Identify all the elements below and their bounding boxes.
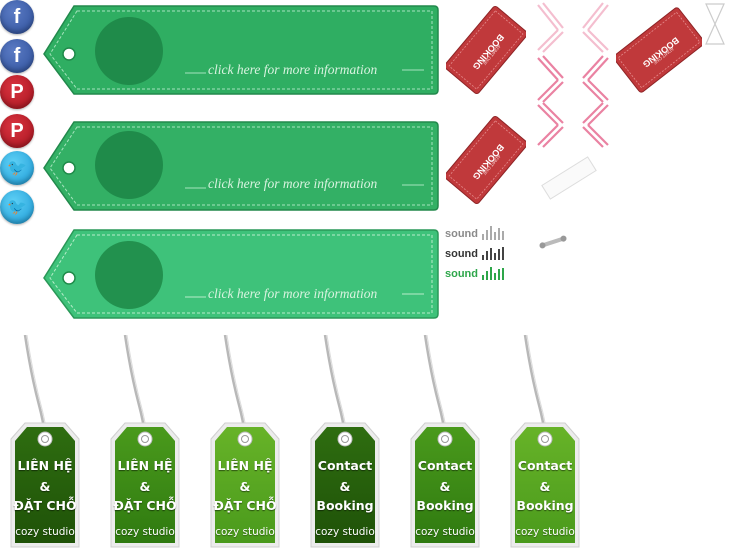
sound-label: sound xyxy=(445,248,478,260)
booking-ticket[interactable]: BOOKING ADMIT ONE xyxy=(613,3,705,97)
tag-line-3: Booking xyxy=(516,498,574,513)
tag-studio: cozy studio xyxy=(115,526,175,538)
tag-line-1: Contact xyxy=(517,458,573,473)
tag-line-3: ĐẶT CHỖ xyxy=(13,498,77,513)
tag-studio: cozy studio xyxy=(315,526,375,538)
hang-tag-shape xyxy=(210,335,280,548)
hourglass-icon xyxy=(704,2,726,46)
tag-line-1: LIÊN HỆ xyxy=(217,458,273,473)
ticket-shape: BOOKING ADMIT ONE xyxy=(444,5,528,95)
tag-line-2: & xyxy=(539,479,551,494)
hang-tag[interactable]: LIÊN HỆ & ĐẶT CHỖ cozy studio xyxy=(205,335,285,555)
hang-tag[interactable]: Contact & Booking cozy studio xyxy=(505,335,585,555)
sound-toggle[interactable]: sound xyxy=(445,226,504,240)
banner-shape xyxy=(43,5,439,95)
hang-tag-shape xyxy=(410,335,480,548)
twitter-icon[interactable]: 🐦 xyxy=(0,190,34,224)
pinterest-icon[interactable]: P xyxy=(0,114,34,148)
hang-tag[interactable]: LIÊN HỆ & ĐẶT CHỖ cozy studio xyxy=(5,335,85,555)
hang-tag-shape xyxy=(10,335,80,548)
tag-studio: cozy studio xyxy=(515,526,575,538)
hang-tag-shape xyxy=(310,335,380,548)
hang-tag-shape xyxy=(510,335,580,548)
pinterest-icon[interactable]: P xyxy=(0,75,34,109)
hang-tag-shape xyxy=(110,335,180,548)
sound-toggle[interactable]: sound xyxy=(445,266,504,280)
info-banner[interactable]: click here for more information xyxy=(40,118,440,214)
tag-line-3: ĐẶT CHỖ xyxy=(213,498,277,513)
tag-studio: cozy studio xyxy=(415,526,475,538)
pink-ornament xyxy=(533,0,613,150)
tag-line-2: & xyxy=(339,479,351,494)
hang-tag[interactable]: Contact & Booking cozy studio xyxy=(305,335,385,555)
twitter-icon[interactable]: 🐦 xyxy=(0,151,34,185)
tag-line-1: LIÊN HỆ xyxy=(17,458,73,473)
ticket-shape: BOOKING ADMIT ONE xyxy=(444,115,528,205)
tag-line-1: Contact xyxy=(317,458,373,473)
tag-line-1: LIÊN HỆ xyxy=(117,458,173,473)
info-banner[interactable]: click here for more information xyxy=(40,226,440,322)
hang-tag[interactable]: Contact & Booking cozy studio xyxy=(405,335,485,555)
pink-ornament-shape xyxy=(537,2,609,148)
hang-tag[interactable]: LIÊN HỆ & ĐẶT CHỖ cozy studio xyxy=(105,335,185,555)
banner-shape xyxy=(43,121,439,211)
tag-line-1: Contact xyxy=(417,458,473,473)
facebook-icon[interactable]: f xyxy=(0,39,34,73)
tag-line-3: Booking xyxy=(416,498,474,513)
banner-label: click here for more information xyxy=(208,286,378,301)
tag-line-2: & xyxy=(439,479,451,494)
sound-toggle[interactable]: sound xyxy=(445,246,504,260)
tag-line-2: & xyxy=(139,479,151,494)
sound-bars-icon xyxy=(482,226,504,240)
sound-bars-icon xyxy=(482,246,504,260)
booking-ticket[interactable]: BOOKING ADMIT ONE xyxy=(444,5,528,95)
info-banner[interactable]: click here for more information xyxy=(40,2,440,98)
banner-shape xyxy=(43,229,439,319)
banner-label: click here for more information xyxy=(208,176,378,191)
booking-ticket[interactable]: BOOKING ADMIT ONE xyxy=(444,115,528,205)
tag-line-3: Booking xyxy=(316,498,374,513)
sound-bars-icon xyxy=(482,266,504,280)
ticket-shape: BOOKING ADMIT ONE xyxy=(613,7,705,93)
blank-label xyxy=(536,150,602,206)
tag-line-2: & xyxy=(239,479,251,494)
banner-label: click here for more information xyxy=(208,62,378,77)
tag-studio: cozy studio xyxy=(15,526,75,538)
sound-label: sound xyxy=(445,228,478,240)
sound-label: sound xyxy=(445,268,478,280)
facebook-icon[interactable]: f xyxy=(0,0,34,34)
tag-line-3: ĐẶT CHỖ xyxy=(113,498,177,513)
pin-icon xyxy=(536,234,570,250)
tag-studio: cozy studio xyxy=(215,526,275,538)
tag-line-2: & xyxy=(39,479,51,494)
